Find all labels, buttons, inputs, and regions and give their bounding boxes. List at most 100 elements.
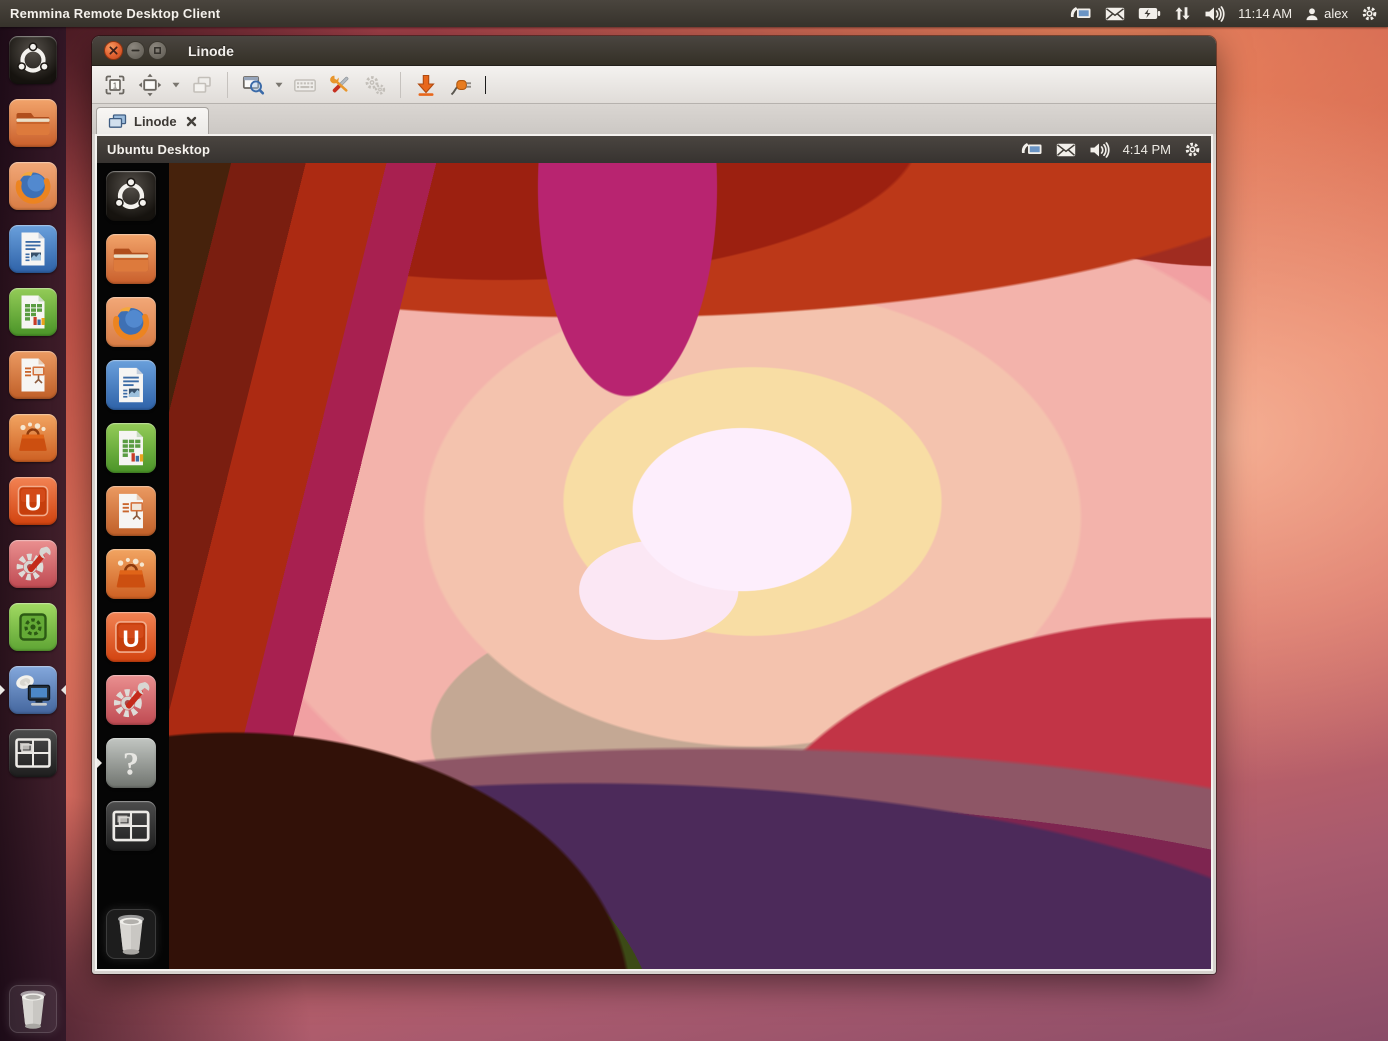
libreoffice-calc-icon	[106, 423, 156, 473]
workspace-switcher-icon	[106, 801, 156, 851]
launcher-item-libreoffice-writer[interactable]	[9, 225, 57, 273]
battery-indicator-icon[interactable]	[1138, 7, 1161, 20]
ubuntu-one-icon: U	[106, 612, 156, 662]
launcher-item-libreoffice-calc[interactable]	[106, 423, 156, 473]
window-maximize-button[interactable]	[148, 41, 167, 60]
session-gear-icon[interactable]	[1184, 141, 1201, 158]
libreoffice-writer-icon	[106, 360, 156, 410]
host-tray-icons	[1069, 5, 1225, 22]
tab-bar: Linode	[92, 104, 1216, 134]
dash-home-icon	[106, 171, 156, 221]
remote-desktop: U?	[97, 163, 1211, 969]
mail-indicator-icon[interactable]	[1105, 7, 1125, 21]
launcher-item-home-folder[interactable]	[106, 234, 156, 284]
gears-icon	[363, 73, 387, 97]
launcher-item-system-settings[interactable]	[106, 675, 156, 725]
launcher-item-remmina[interactable]	[9, 666, 57, 714]
fit-window-button[interactable]	[135, 70, 165, 100]
ubuntu-one-icon: U	[9, 477, 57, 525]
launcher-item-libreoffice-writer[interactable]	[106, 360, 156, 410]
user-icon	[1305, 7, 1319, 21]
svg-text:1: 1	[113, 81, 118, 90]
host-username: alex	[1324, 6, 1348, 21]
window-title: Linode	[188, 43, 234, 59]
keyboard-grab-icon	[293, 73, 317, 97]
launcher-item-dash-home[interactable]	[9, 36, 57, 84]
host-panel-title: Remmina Remote Desktop Client	[10, 6, 220, 21]
launcher-item-system-settings[interactable]	[9, 540, 57, 588]
remmina-window: Linode 1 Linode Ubuntu Desktop 4:14 PM U…	[92, 36, 1216, 974]
connection-tab-icon	[108, 114, 127, 129]
gears-button	[360, 70, 390, 100]
system-settings-icon	[9, 540, 57, 588]
volume-indicator-icon[interactable]	[1089, 142, 1110, 158]
tab-linode[interactable]: Linode	[96, 107, 209, 134]
launcher-item-libreoffice-impress[interactable]	[106, 486, 156, 536]
launcher-item-ubuntu-software[interactable]	[9, 603, 57, 651]
workspace-switcher-icon	[9, 729, 57, 777]
mail-indicator-icon[interactable]	[1056, 143, 1076, 157]
session-gear-icon[interactable]	[1361, 5, 1378, 22]
screenshot-icon	[414, 73, 438, 97]
remote-desktop-indicator-icon[interactable]	[1069, 5, 1092, 22]
launcher-item-home-folder[interactable]	[9, 99, 57, 147]
remote-session: Ubuntu Desktop 4:14 PM U?	[95, 134, 1213, 971]
host-user-menu[interactable]: alex	[1305, 6, 1348, 21]
launcher-item-trash[interactable]	[9, 985, 57, 1033]
launcher-item-libreoffice-calc[interactable]	[9, 288, 57, 336]
launcher-item-trash[interactable]	[106, 909, 156, 959]
launcher-item-libreoffice-impress[interactable]	[9, 351, 57, 399]
firefox-icon	[106, 297, 156, 347]
fullscreen-icon: 1	[103, 73, 127, 97]
system-settings-icon	[106, 675, 156, 725]
unknown-app-icon: ?	[106, 738, 156, 788]
disconnect-icon	[449, 73, 473, 97]
keyboard-grab-button	[290, 70, 320, 100]
fit-window-icon	[138, 73, 162, 97]
launcher-item-ubuntu-one[interactable]: U	[106, 612, 156, 662]
remote-launcher: U?	[97, 163, 169, 969]
libreoffice-writer-icon	[9, 225, 57, 273]
libreoffice-calc-icon	[9, 288, 57, 336]
libreoffice-impress-icon	[9, 351, 57, 399]
launcher-item-workspace-switcher[interactable]	[106, 801, 156, 851]
toolbar-separator	[400, 72, 401, 98]
software-center-icon	[106, 549, 156, 599]
launcher-item-software-center[interactable]	[106, 549, 156, 599]
scaled-mode-dropdown-caret[interactable]	[273, 82, 285, 88]
launcher-item-unknown-app[interactable]: ?	[106, 738, 156, 788]
dash-home-icon	[9, 36, 57, 84]
disconnect-button[interactable]	[446, 70, 476, 100]
ubuntu-software-icon	[9, 603, 57, 651]
preferences-tools-button[interactable]	[325, 70, 355, 100]
trash-icon	[9, 985, 57, 1033]
svg-text:?: ?	[123, 745, 139, 781]
fullscreen-button[interactable]: 1	[100, 70, 130, 100]
window-minimize-button[interactable]	[126, 41, 145, 60]
host-clock[interactable]: 11:14 AM	[1238, 6, 1292, 21]
launcher-item-software-center[interactable]	[9, 414, 57, 462]
svg-text:U: U	[122, 626, 139, 653]
libreoffice-impress-icon	[106, 486, 156, 536]
launcher-item-dash-home[interactable]	[106, 171, 156, 221]
host-indicator-area: 11:14 AM alex	[1069, 5, 1378, 22]
window-close-button[interactable]	[104, 41, 123, 60]
tab-label: Linode	[134, 114, 177, 129]
window-titlebar[interactable]: Linode	[92, 36, 1216, 66]
scaled-mode-button[interactable]	[238, 70, 268, 100]
remote-panel-title: Ubuntu Desktop	[107, 142, 210, 157]
launcher-item-firefox[interactable]	[106, 297, 156, 347]
remote-tray-icons	[1020, 141, 1110, 158]
network-traffic-indicator-icon[interactable]	[1174, 6, 1191, 21]
tab-close-icon[interactable]	[186, 116, 197, 127]
screenshot-button[interactable]	[411, 70, 441, 100]
launcher-item-workspace-switcher[interactable]	[9, 729, 57, 777]
fit-window-dropdown-caret[interactable]	[170, 82, 182, 88]
volume-indicator-icon[interactable]	[1204, 6, 1225, 22]
preferences-tools-icon	[328, 73, 352, 97]
remote-clock[interactable]: 4:14 PM	[1123, 142, 1171, 157]
launcher-item-firefox[interactable]	[9, 162, 57, 210]
home-folder-icon	[9, 99, 57, 147]
remote-desktop-indicator-icon[interactable]	[1020, 141, 1043, 158]
launcher-item-ubuntu-one[interactable]: U	[9, 477, 57, 525]
